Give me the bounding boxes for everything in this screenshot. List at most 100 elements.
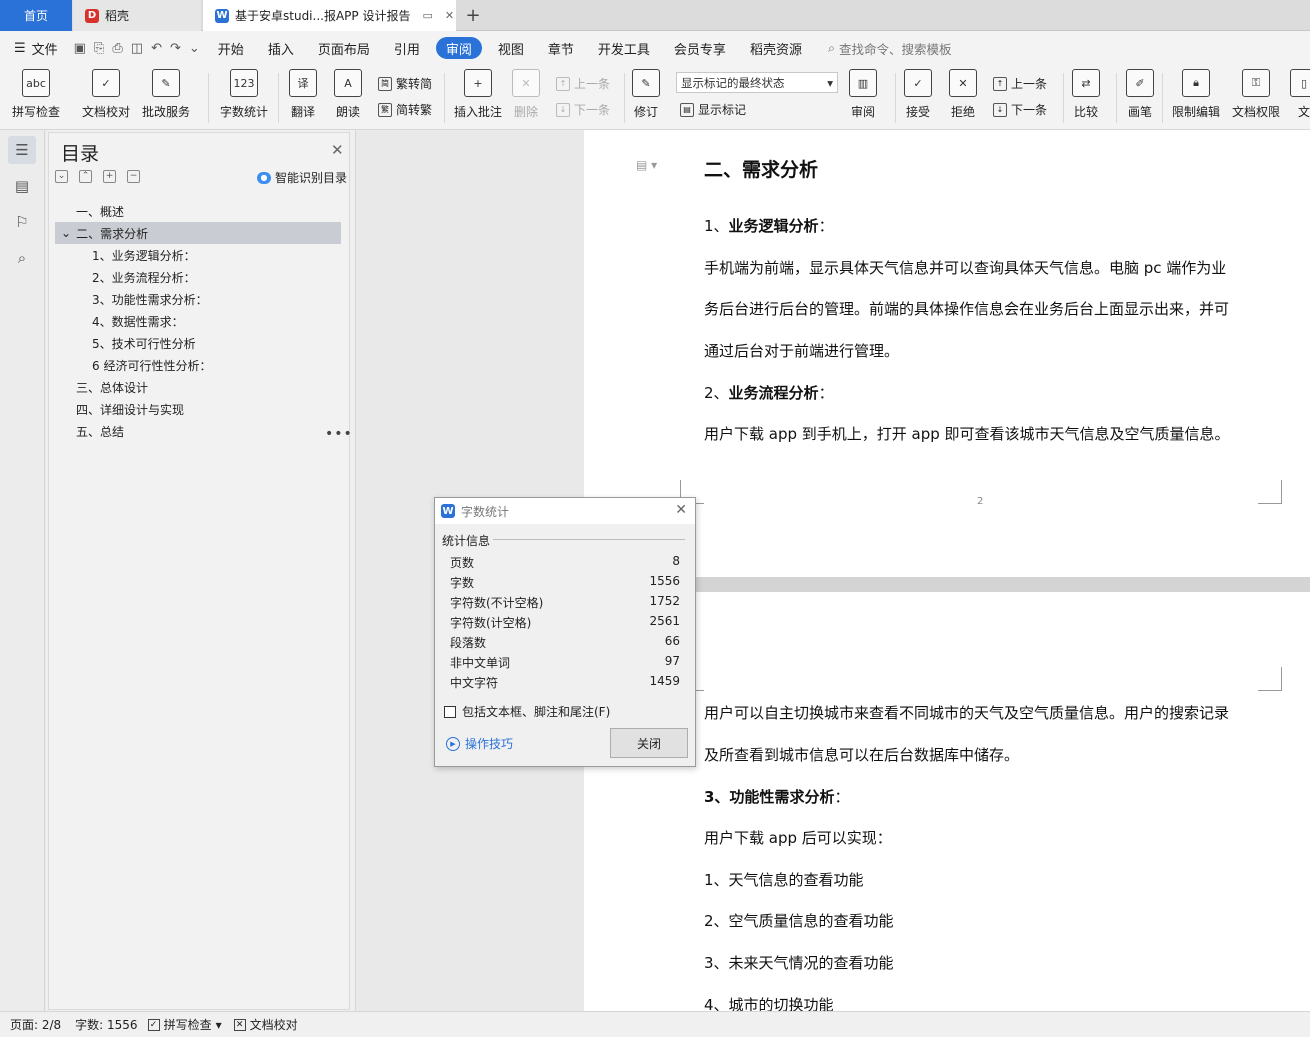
insert-comment-icon: + [464, 69, 492, 97]
remove-toc-item-icon[interactable]: − [127, 170, 140, 183]
toc-item-selected[interactable]: ⌄ 二、需求分析 [55, 222, 341, 244]
trad-to-simp-button[interactable]: 简繁转简 [378, 75, 432, 92]
toc-item[interactable]: 三、总体设计 [49, 376, 347, 398]
tab-daoke[interactable]: D 稻壳 [73, 0, 201, 31]
find-button[interactable]: ⌕ [8, 244, 36, 272]
daoke-logo-icon: D [85, 8, 99, 23]
status-doc-proof[interactable]: ✕ 文档校对 [233, 1016, 298, 1033]
writer-logo-icon: W [215, 8, 229, 23]
menu-references[interactable]: 引用 [382, 37, 432, 59]
undo-icon[interactable]: ↶ [151, 41, 162, 56]
stat-label: 字符数(计空格) [450, 616, 532, 630]
track-changes-button[interactable]: ✎ 修订 [632, 69, 660, 120]
tab-home[interactable]: 首页 [0, 0, 72, 31]
smart-toc-label: 智能识别目录 [275, 171, 348, 185]
print-icon[interactable]: ⎙ [112, 41, 122, 56]
tab-document[interactable]: W 基于安卓studi...报APP 设计报告 ▭ ✕ [203, 0, 456, 31]
menu-insert[interactable]: 插入 [256, 37, 306, 59]
toc-item[interactable]: 四、详细设计与实现 [49, 398, 347, 420]
menu-view[interactable]: 视图 [486, 37, 536, 59]
page-indicator[interactable]: 页面: 2/8 [10, 1016, 61, 1033]
next-change-button[interactable]: ↓ 下一条 [993, 101, 1047, 118]
pin-icon[interactable]: ▭ [422, 9, 432, 22]
read-aloud-button[interactable]: A 朗读 [334, 69, 362, 120]
spell-check-button[interactable]: abc 拼写检查 [12, 69, 60, 120]
collapse-all-icon[interactable]: ⌄ [55, 170, 68, 183]
toc-item[interactable]: 一、概述 [49, 200, 347, 222]
delete-comment-button[interactable]: ✕ 删除 [512, 69, 540, 120]
reject-button[interactable]: ✕ 拒绝 [949, 69, 977, 120]
next-comment-button[interactable]: ↓ 下一条 [556, 101, 610, 118]
pen-button[interactable]: ✐ 画笔 [1126, 69, 1154, 120]
export-pdf-icon[interactable]: ⎘ [94, 41, 104, 56]
word-count-button[interactable]: 123 字数统计 [220, 69, 268, 120]
close-button[interactable]: 关闭 [610, 728, 688, 758]
toc-item[interactable]: 2、业务流程分析： [49, 266, 347, 288]
prev-comment-button[interactable]: ↑ 上一条 [556, 75, 610, 92]
ribbon-divider [278, 73, 279, 123]
restrict-editing-button[interactable]: 🔒︎ 限制编辑 [1172, 69, 1220, 120]
chapter-nav-button[interactable]: ▤ [8, 172, 36, 200]
menu-developer[interactable]: 开发工具 [586, 37, 662, 59]
save-icon[interactable]: ▣ [74, 41, 86, 56]
more-options-icon[interactable]: ••• [325, 426, 353, 442]
markup-state-select[interactable]: 显示标记的最终状态 ▾ [676, 72, 838, 93]
doc-permission-button[interactable]: ⚿ 文档权限 [1232, 69, 1280, 120]
dialog-title-bar[interactable]: W 字数统计 [435, 498, 695, 524]
toc-panel-button[interactable]: ☰ [8, 136, 36, 164]
expand-all-icon[interactable]: ⌃ [79, 170, 92, 183]
bookmark-button[interactable]: ⚐ [8, 208, 36, 236]
simp-to-trad-button[interactable]: 繁简转繁 [378, 101, 432, 118]
toc-title: 目录 [61, 143, 100, 165]
prev-change-button[interactable]: ↑ 上一条 [993, 75, 1047, 92]
compare-button[interactable]: ⇄ 比较 [1072, 69, 1100, 120]
close-tab-icon[interactable]: ✕ [445, 9, 454, 22]
menu-chapter[interactable]: 章节 [536, 37, 586, 59]
close-icon[interactable]: ✕ [675, 502, 687, 518]
command-search[interactable]: ⌕ 查找命令、搜索模板 [828, 39, 952, 58]
show-markup-button[interactable]: ▤ 显示标记 [680, 101, 746, 118]
toc-item[interactable]: 五、总结 [49, 420, 347, 442]
add-toc-item-icon[interactable]: + [103, 170, 116, 183]
menu-review[interactable]: 审阅 [435, 37, 482, 59]
chevron-down-icon: ▾ [215, 1017, 222, 1032]
list-item: 3、未来天气情况的查看功能 [704, 954, 894, 972]
close-icon[interactable]: ✕ [331, 141, 344, 159]
menu-page-layout[interactable]: 页面布局 [306, 37, 382, 59]
checkbox-box[interactable] [444, 705, 456, 718]
menu-member[interactable]: 会员专享 [662, 37, 738, 59]
accept-button[interactable]: ✓ 接受 [904, 69, 932, 120]
toc-item[interactable]: 4、数据性需求： [49, 310, 347, 332]
review-pane-button[interactable]: ▥ 审阅 [849, 69, 877, 120]
redo-icon[interactable]: ↷ [170, 41, 181, 56]
search-icon: ⌕ [17, 249, 27, 267]
tips-link[interactable]: ▶ 操作技巧 [446, 735, 513, 752]
new-tab-button[interactable]: + [460, 0, 486, 31]
print-preview-icon[interactable]: ◫ [131, 41, 143, 56]
toc-item[interactable]: 1、业务逻辑分析： [49, 244, 347, 266]
include-textbox-checkbox[interactable]: 包括文本框、脚注和尾注(F) [444, 703, 610, 720]
toc-item[interactable]: 6 经济可行性性分析： [49, 354, 347, 376]
stat-label: 字符数(不计空格) [450, 596, 544, 610]
page-options-icon[interactable]: ▤ ▾ [636, 158, 657, 172]
more-ribbon-button[interactable]: ▯ 文 [1290, 69, 1310, 120]
toc-item[interactable]: 5、技术可行性分析 [49, 332, 347, 354]
toc-item[interactable]: 3、功能性需求分析： [49, 288, 347, 310]
menu-start[interactable]: 开始 [206, 37, 256, 59]
stat-label: 中文字符 [450, 676, 499, 690]
stat-row: 字数 1556 [450, 574, 680, 591]
subheading-business-flow: 2、业务流程分析： [704, 382, 834, 403]
translate-button[interactable]: 译翻译 [289, 69, 317, 120]
menu-daoke-resources[interactable]: 稻壳资源 [738, 37, 814, 59]
group-divider [493, 539, 685, 540]
reject-icon: ✕ [949, 69, 977, 97]
insert-comment-button[interactable]: + 插入批注 [454, 69, 502, 120]
word-count-indicator[interactable]: 字数: 1556 [75, 1016, 137, 1033]
customize-icon[interactable]: ⌄ [189, 41, 200, 56]
status-spell-check[interactable]: ✓ 拼写检查 ▾ [147, 1016, 222, 1033]
file-menu-button[interactable]: ☰ 文件 [0, 39, 68, 58]
smart-toc-button[interactable]: ● 智能识别目录 [257, 169, 347, 186]
doc-proof-button[interactable]: ✓ 文档校对 [82, 69, 130, 120]
correction-service-button[interactable]: ✎ 批改服务 [142, 69, 190, 120]
insert-comment-label: 插入批注 [454, 105, 503, 119]
